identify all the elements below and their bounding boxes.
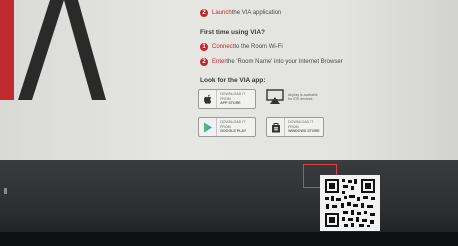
bezel-mark [4, 188, 7, 194]
apple-icon [199, 90, 218, 108]
logo-v-right [64, 0, 106, 100]
airplay-line1: Airplay is available [288, 92, 318, 97]
badge-store-name: WINDOWS STORE [288, 129, 320, 134]
logo-red-bar [0, 0, 14, 100]
windows-store-badge[interactable]: Download it from WINDOWS STORE [266, 117, 324, 137]
step-connect-highlight: Connect [212, 44, 235, 50]
display-screen: 2 Launch the VIA application First time … [0, 0, 458, 246]
step-number: 1 [200, 43, 208, 51]
step-connect-text: to the Room Wi-Fi [234, 44, 283, 50]
step-launch-text: the VIA application [231, 10, 282, 16]
airplay-line2: for iOS devices [288, 97, 313, 101]
qr-code[interactable] [320, 175, 380, 231]
google-play-icon [199, 118, 218, 136]
step-connect: 1 Connect to the Room Wi-Fi [200, 43, 283, 51]
step-enter: 2 Enter the 'Room Name' into your Intern… [200, 58, 343, 66]
step-number: 2 [200, 9, 208, 17]
airplay-badge: Airplay is available for iOS devices [266, 89, 318, 105]
airplay-icon [266, 89, 284, 104]
app-heading: Look for the VIA app: [200, 77, 266, 84]
step-enter-highlight: Enter [212, 59, 227, 65]
bottom-edge [0, 232, 458, 246]
step-number: 2 [200, 58, 208, 66]
badge-store-name: GOOGLE PLAY [220, 129, 247, 134]
first-time-heading: First time using VIA? [200, 29, 266, 36]
step-launch-highlight: Launch [212, 10, 232, 16]
step-enter-text: the 'Room Name' into your Internet Brows… [226, 59, 343, 65]
badge-small-text: Download it from [288, 120, 314, 129]
badge-store-name: APP STORE [220, 101, 241, 106]
step-launch: 2 Launch the VIA application [200, 9, 281, 17]
app-store-badge[interactable]: Download it from APP STORE [198, 89, 256, 109]
logo-v-left [18, 0, 64, 100]
via-logo [0, 0, 106, 100]
badge-small-text: Download it from [220, 92, 246, 101]
windows-store-icon [267, 118, 286, 136]
google-play-badge[interactable]: Download it from GOOGLE PLAY [198, 117, 256, 137]
badge-small-text: Download it from [220, 120, 246, 129]
